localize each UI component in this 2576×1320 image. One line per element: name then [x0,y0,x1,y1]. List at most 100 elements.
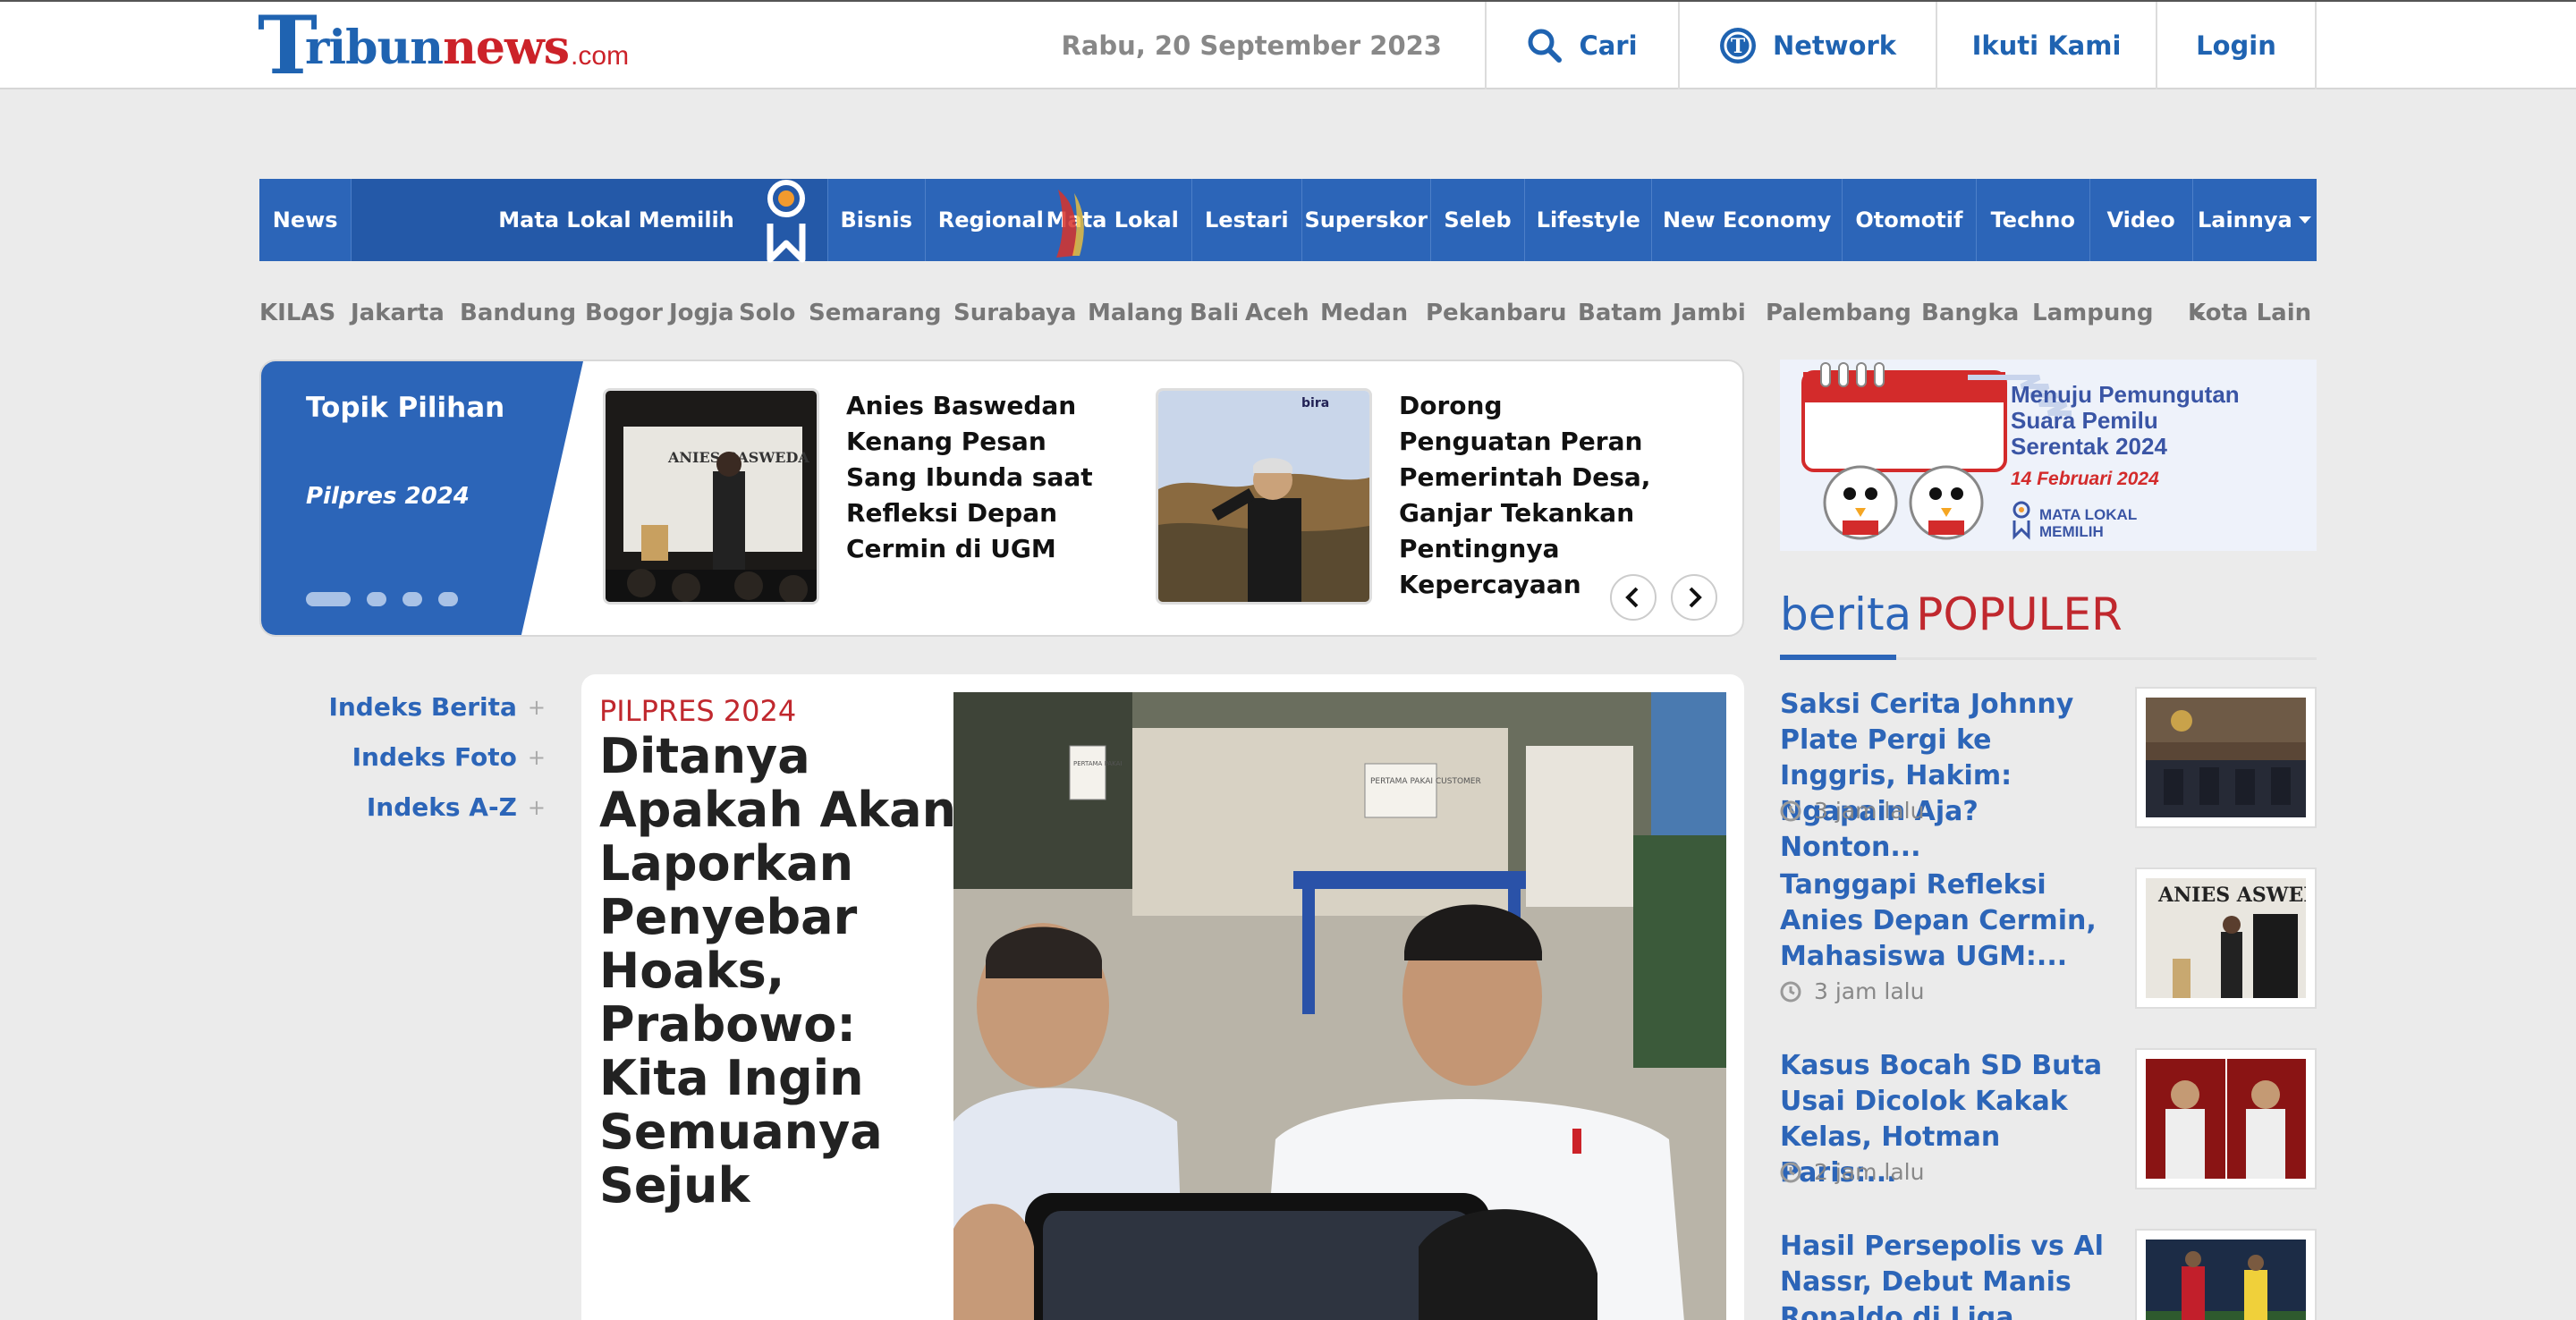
city-solo[interactable]: Solo [739,300,795,326]
nav-otomotif[interactable]: Otomotif [1843,179,1977,261]
city-aceh[interactable]: Aceh [1245,300,1309,326]
populer-item[interactable]: Saksi Cerita Johnny Plate Pergi ke Inggr… [1780,687,2317,863]
caret-down-icon [2298,216,2311,224]
headline-category[interactable]: PILPRES 2024 [599,694,796,728]
populer-time-label: 3 jam lalu [1814,798,1925,824]
nav-lestari-label: Lestari [1205,207,1289,233]
city-batam[interactable]: Batam [1578,300,1662,326]
mata-lokal-memilih-icon [767,180,806,263]
topik-card[interactable]: bira Dorong Penguatan Peran Pemerintah D… [1156,388,1658,605]
card-title[interactable]: Dorong Penguatan Peran Pemerintah Desa, … [1399,388,1658,605]
city-medan[interactable]: Medan [1320,300,1408,326]
city-pekanbaru[interactable]: Pekanbaru [1426,300,1567,326]
city-jakarta[interactable]: Jakarta [351,300,445,326]
populer-thumbnail[interactable] [2135,1048,2317,1189]
city-surabaya[interactable]: Surabaya [953,300,1076,326]
nav-news-label: News [272,207,338,233]
slider-next-button[interactable] [1671,574,1717,621]
search-label: Cari [1579,30,1638,61]
slider-prev-button[interactable] [1610,574,1657,621]
city-kilas[interactable]: KILAS [259,300,335,326]
nav-superskor[interactable]: Superskor [1302,179,1431,261]
prabowo-jokowi-photo: PERTAMA PAKAI CUSTOMER PERTAMA PAKAI [953,692,1726,1320]
city-bandung[interactable]: Bandung [460,300,576,326]
indeks-foto-label: Indeks Foto [352,742,517,772]
city-bali[interactable]: Bali [1190,300,1239,326]
headline-title[interactable]: Ditanya Apakah Akan Laporkan Penyebar Ho… [599,730,957,1213]
city-semarang[interactable]: Semarang [809,300,941,326]
network-button[interactable]: T Network [1678,2,1936,89]
city-bangka[interactable]: Bangka [1921,300,2019,326]
nav-lainnya[interactable]: Lainnya [2193,179,2317,261]
nav-mata-lokal[interactable]: Mata Lokal [1046,179,1192,261]
indeks-az-link[interactable]: Indeks A-Z + [367,792,546,822]
city-malang[interactable]: Malang [1088,300,1183,326]
populer-title[interactable]: Hasil Persepolis vs Al Nassr, Debut Mani… [1780,1229,2111,1320]
city-palembang[interactable]: Palembang [1766,300,1911,326]
plus-icon: + [527,744,546,770]
nav-regional[interactable]: Regional [926,179,1056,261]
network-icon: T [1719,28,1756,63]
nav-mata-lokal-memilih[interactable]: Mata Lokal Memilih [352,179,828,263]
nav-techno[interactable]: Techno [1977,179,2090,261]
populer-time: 2 jam lalu [1780,1159,1924,1185]
mata-lokal-icon [1055,190,1084,258]
populer-time: 3 jam lalu [1780,798,1924,824]
populer-item[interactable]: Tanggapi Refleksi Anies Depan Cermin, Ma… [1780,867,2317,1020]
populer-thumbnail[interactable] [2135,1229,2317,1320]
city-jogja[interactable]: Jogja [669,300,734,326]
phone-in-hand [953,1193,1597,1320]
populer-title[interactable]: Saksi Cerita Johnny Plate Pergi ke Inggr… [1780,687,2111,866]
current-date: Rabu, 20 September 2023 [1061,30,1442,61]
chevron-right-icon [1689,587,1702,608]
card-thumbnail[interactable]: bira [1156,388,1372,605]
search-button[interactable]: Cari [1485,2,1678,89]
populer-item[interactable]: Hasil Persepolis vs Al Nassr, Debut Mani… [1780,1229,2317,1320]
city-lampung[interactable]: Lampung [2032,300,2153,326]
network-label: Network [1772,30,1897,61]
indeks-berita-link[interactable]: Indeks Berita + [328,692,546,722]
plus-icon: + [527,794,546,820]
populer-item[interactable]: Kasus Bocah SD Buta Usai Dicolok Kakak K… [1780,1048,2317,1200]
populer-thumbnail[interactable] [2135,687,2317,828]
slider-dot-1[interactable] [306,592,351,606]
topik-pilihan-slider: Topik Pilihan Pilpres 2024 ANIES BASWEDA… [259,360,1744,637]
nav-techno-label: Techno [1990,207,2075,233]
football-photo [2146,1240,2306,1320]
slider-dot-4[interactable] [438,592,458,606]
topik-card[interactable]: ANIES BASWEDA Anies Baswedan Kenang Pesa… [603,388,1106,605]
indeks-foto-link[interactable]: Indeks Foto + [352,742,546,772]
populer-thumbnail[interactable]: ANIES ASWEDA [2135,867,2317,1009]
top-header: T ribun news .com Rabu, 20 September 202… [0,0,2576,89]
banner-brand2: MEMILIH [2039,523,2104,540]
tribunnews-logo[interactable]: T ribun news .com [258,5,629,86]
populer-title[interactable]: Tanggapi Refleksi Anies Depan Cermin, Ma… [1780,867,2111,975]
nav-news[interactable]: News [259,179,352,261]
clock-icon [1780,800,1801,821]
headline-image[interactable]: PERTAMA PAKAI CUSTOMER PERTAMA PAKAI [953,692,1726,1320]
city-kota-lain[interactable]: Kota Lain [2188,300,2311,326]
city-jambi[interactable]: Jambi [1673,300,1746,326]
indeks-az-label: Indeks A-Z [366,792,517,822]
nav-lifestyle[interactable]: Lifestyle [1525,179,1653,261]
follow-us-button[interactable]: Ikuti Kami [1936,2,2156,89]
pemilu-banner[interactable]: Menuju Pemungutan Suara Pemilu Serentak … [1780,360,2317,551]
nav-bisnis[interactable]: Bisnis [828,179,926,261]
city-links: KILAS Jakarta Bandung Bogor Jogja Solo S… [259,295,2317,331]
courtroom-photo [2146,698,2306,817]
login-button[interactable]: Login [2156,2,2317,89]
card-thumbnail[interactable]: ANIES BASWEDA [603,388,819,605]
nav-mata-lokal-memilih-label: Mata Lokal Memilih [498,207,734,233]
slider-dot-2[interactable] [367,592,386,606]
slider-dot-3[interactable] [402,592,422,606]
topik-subtitle[interactable]: Pilpres 2024 [306,483,470,510]
nav-new-economy[interactable]: New Economy [1652,179,1843,261]
nav-video[interactable]: Video [2090,179,2193,261]
card-title[interactable]: Anies Baswedan Kenang Pesan Sang Ibunda … [846,388,1106,605]
header-links: Cari T Network Ikuti Kami Login [1485,2,2317,89]
slider-dots [306,592,458,606]
nav-seleb[interactable]: Seleb [1431,179,1526,261]
nav-lestari[interactable]: Lestari [1192,179,1302,261]
city-bogor[interactable]: Bogor [585,300,663,326]
main-nav: News Mata Lokal Memilih Bisnis Regional … [259,179,2317,263]
